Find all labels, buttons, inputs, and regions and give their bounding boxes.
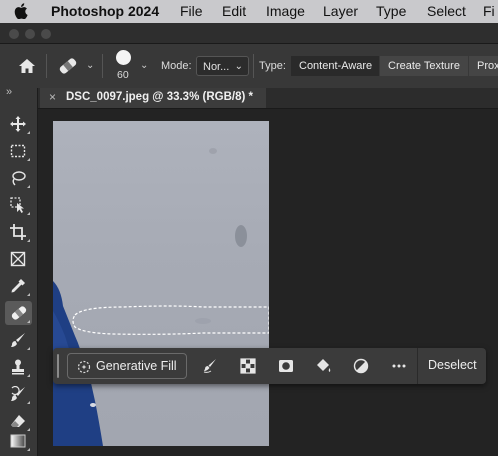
type-option-create-texture[interactable]: Create Texture [380,56,468,76]
generative-fill-button[interactable]: Generative Fill [67,353,187,379]
type-option-proximity[interactable]: Prox [469,56,498,76]
deselect-label: Deselect [428,358,477,372]
create-adjustment-layer-icon[interactable] [352,357,370,375]
mode-label: Mode: [161,60,192,72]
mode-select[interactable]: Nor... ⌄ [196,56,249,76]
window-zoom-button[interactable] [41,29,51,39]
tool-preset-chevron-icon[interactable]: ⌄ [86,60,94,71]
menu-select[interactable]: Select [427,3,466,20]
spot-healing-brush-tool-icon[interactable] [5,301,32,325]
brush-size-value: 60 [117,69,129,81]
brush-preview-icon[interactable] [116,50,131,65]
menu-image[interactable]: Image [266,3,305,20]
separator [253,54,254,78]
separator [102,54,103,78]
rectangular-marquee-tool-icon[interactable] [5,139,32,163]
tools-panel: » [0,86,38,456]
window-minimize-button[interactable] [25,29,35,39]
menu-layer[interactable]: Layer [323,3,358,20]
frame-tool-icon[interactable] [5,247,32,271]
modify-selection-icon[interactable] [202,357,220,375]
mode-chevron-icon: ⌄ [234,61,243,72]
window-titlebar [0,23,498,44]
document-tab-title: DSC_0097.jpeg @ 33.3% (RGB/8) * [66,91,253,103]
lasso-tool-icon[interactable] [5,166,32,190]
generative-fill-icon [77,360,91,374]
create-mask-icon[interactable] [277,357,295,375]
type-option-content-aware[interactable]: Content-Aware [291,56,379,76]
object-selection-tool-icon[interactable] [5,193,32,217]
close-tab-icon[interactable]: × [49,90,56,104]
more-options-icon[interactable] [390,357,408,375]
document-tab[interactable]: × DSC_0097.jpeg @ 33.3% (RGB/8) * [40,88,266,108]
brush-picker-chevron-icon[interactable]: ⌄ [140,60,148,71]
fill-selection-icon[interactable] [314,357,332,375]
clone-stamp-tool-icon[interactable] [5,355,32,379]
home-icon[interactable] [18,58,36,74]
menu-edit[interactable]: Edit [222,3,246,20]
window-close-button[interactable] [9,29,19,39]
gradient-tool-icon[interactable] [5,429,32,453]
deselect-button[interactable]: Deselect [417,348,487,384]
mode-value: Nor... [203,61,230,73]
apple-logo-icon[interactable] [14,3,28,19]
selection-marquee [72,305,269,335]
move-tool-icon[interactable] [5,112,32,136]
brush-tool-icon[interactable] [5,328,32,352]
history-brush-tool-icon[interactable] [5,382,32,406]
photo-image [53,148,269,446]
drag-handle-icon[interactable] [57,354,59,378]
generative-fill-label: Generative Fill [96,359,177,373]
menu-bar: Photoshop 2024 File Edit Image Layer Typ… [0,0,498,23]
crop-tool-icon[interactable] [5,220,32,244]
app-name-menu[interactable]: Photoshop 2024 [51,3,159,20]
eyedropper-tool-icon[interactable] [5,274,32,298]
separator [46,54,47,78]
spot-healing-brush-icon[interactable] [56,56,80,76]
menu-type[interactable]: Type [376,3,406,20]
select-inverse-icon[interactable] [239,357,257,375]
contextual-task-bar: Generative Fill Deselect [53,348,486,384]
collapse-panel-icon[interactable]: » [6,86,12,98]
menu-file[interactable]: File [180,3,203,20]
type-label: Type: [259,60,286,72]
document-canvas[interactable] [53,121,269,446]
menu-filter[interactable]: Fi [483,3,495,20]
